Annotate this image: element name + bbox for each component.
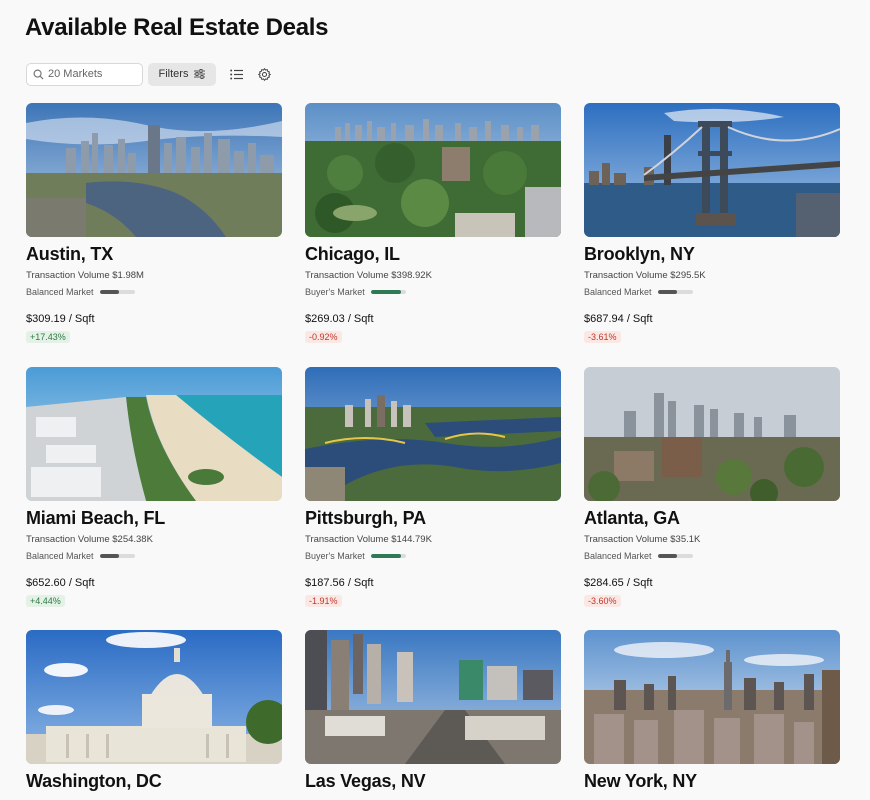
city-name: Austin, TX (26, 244, 113, 264)
market-bar (99, 290, 135, 294)
price-change-badge: -1.91% (305, 595, 342, 607)
city-name: Miami Beach, FL (26, 508, 166, 528)
deal-card[interactable]: Chicago, IL Transaction Volume $398.92K … (305, 103, 561, 343)
market-bar (370, 290, 406, 294)
deal-card[interactable]: Atlanta, GA Transaction Volume $35.1K Ba… (584, 367, 840, 607)
deal-card[interactable]: Austin, TX Transaction Volume $1.98M Bal… (26, 103, 282, 343)
market-bar (370, 554, 406, 558)
market-label: Balanced Market (584, 287, 652, 297)
market-bar-fill (99, 554, 119, 558)
sliders-icon (194, 69, 206, 79)
list-icon (229, 69, 243, 79)
page-title: Available Real Estate Deals (25, 14, 329, 41)
deal-card[interactable]: Brooklyn, NY Transaction Volume $295.5K … (584, 103, 840, 343)
deal-card[interactable]: Miami Beach, FL Transaction Volume $254.… (26, 367, 282, 607)
transaction-volume: Transaction Volume $1.98M (26, 270, 144, 281)
market-bar-fill (657, 290, 677, 294)
brooklyn-photo (584, 103, 840, 237)
city-name: Brooklyn, NY (584, 244, 695, 264)
pittsburgh-photo (305, 367, 561, 501)
market-status: Buyer's Market (305, 551, 406, 561)
settings-button[interactable] (256, 66, 272, 82)
price-per-sqft: $269.03 / Sqft (305, 313, 374, 325)
market-bar-fill (370, 554, 401, 558)
deal-card[interactable]: New York, NY (584, 630, 840, 791)
city-name: Chicago, IL (305, 244, 400, 264)
city-name: Atlanta, GA (584, 508, 680, 528)
transaction-volume: Transaction Volume $254.38K (26, 534, 153, 545)
city-name: Pittsburgh, PA (305, 508, 426, 528)
search-box[interactable] (26, 62, 143, 86)
price-change-badge: +4.44% (26, 595, 65, 607)
price-per-sqft: $187.56 / Sqft (305, 577, 374, 589)
market-bar-fill (370, 290, 401, 294)
city-name: New York, NY (584, 771, 697, 791)
market-status: Balanced Market (26, 551, 135, 561)
market-status: Balanced Market (584, 287, 693, 297)
market-status: Balanced Market (26, 287, 135, 297)
price-change-badge: -3.60% (584, 595, 621, 607)
transaction-volume: Transaction Volume $398.92K (305, 270, 432, 281)
transaction-volume: Transaction Volume $144.79K (305, 534, 432, 545)
chicago-photo (305, 103, 561, 237)
toolbar: Filters (26, 62, 272, 86)
search-icon (33, 69, 44, 80)
market-bar (657, 290, 693, 294)
market-label: Buyer's Market (305, 551, 365, 561)
deal-card[interactable]: Las Vegas, NV (305, 630, 561, 791)
las-vegas-photo (305, 630, 561, 764)
price-per-sqft: $284.65 / Sqft (584, 577, 653, 589)
new-york-photo (584, 630, 840, 764)
price-change-badge: +17.43% (26, 331, 70, 343)
market-bar-fill (657, 554, 677, 558)
city-name: Washington, DC (26, 771, 162, 791)
market-label: Buyer's Market (305, 287, 365, 297)
city-name: Las Vegas, NV (305, 771, 426, 791)
atlanta-photo (584, 367, 840, 501)
deal-card[interactable]: Pittsburgh, PA Transaction Volume $144.7… (305, 367, 561, 607)
market-bar (657, 554, 693, 558)
transaction-volume: Transaction Volume $35.1K (584, 534, 701, 545)
price-per-sqft: $652.60 / Sqft (26, 577, 95, 589)
filters-button[interactable]: Filters (148, 62, 216, 86)
deal-card[interactable]: Washington, DC (26, 630, 282, 791)
miami-beach-photo (26, 367, 282, 501)
list-view-button[interactable] (228, 66, 244, 82)
price-per-sqft: $687.94 / Sqft (584, 313, 653, 325)
price-change-badge: -0.92% (305, 331, 342, 343)
market-bar-fill (99, 290, 119, 294)
washington-photo (26, 630, 282, 764)
market-label: Balanced Market (26, 551, 94, 561)
market-label: Balanced Market (26, 287, 94, 297)
price-per-sqft: $309.19 / Sqft (26, 313, 95, 325)
transaction-volume: Transaction Volume $295.5K (584, 270, 706, 281)
market-status: Buyer's Market (305, 287, 406, 297)
gear-icon (257, 67, 271, 81)
market-label: Balanced Market (584, 551, 652, 561)
filters-label: Filters (158, 68, 189, 80)
price-change-badge: -3.61% (584, 331, 621, 343)
market-bar (99, 554, 135, 558)
search-input[interactable] (44, 68, 138, 80)
austin-photo (26, 103, 282, 237)
market-status: Balanced Market (584, 551, 693, 561)
